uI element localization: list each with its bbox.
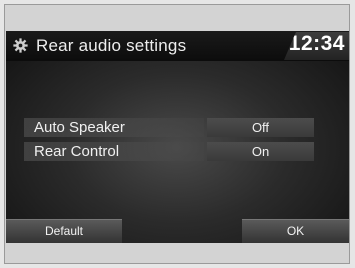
setting-label-cell: Auto Speaker <box>24 118 204 137</box>
page-title: Rear audio settings <box>36 36 187 55</box>
setting-label: Auto Speaker <box>34 119 125 136</box>
clock-time: 12:34 <box>288 32 345 55</box>
clock-panel: 12:34 <box>284 32 349 60</box>
setting-label-cell: Rear Control <box>24 142 204 161</box>
setting-value-cell[interactable]: On <box>207 142 314 161</box>
ok-button[interactable]: OK <box>242 219 349 243</box>
setting-value: Off <box>251 120 270 135</box>
setting-row-rear-control[interactable]: Rear Control On <box>24 142 314 161</box>
header-bar: Rear audio settings 12:34 <box>6 31 349 61</box>
setting-value-cell[interactable]: Off <box>207 118 314 137</box>
default-button[interactable]: Default <box>6 219 122 243</box>
setting-row-auto-speaker[interactable]: Auto Speaker Off <box>24 118 314 137</box>
setting-value: On <box>251 144 270 159</box>
audio-screen: Rear audio settings 12:34 Auto Speaker O… <box>6 31 349 243</box>
setting-label: Rear Control <box>34 143 120 160</box>
gear-icon <box>13 38 28 53</box>
